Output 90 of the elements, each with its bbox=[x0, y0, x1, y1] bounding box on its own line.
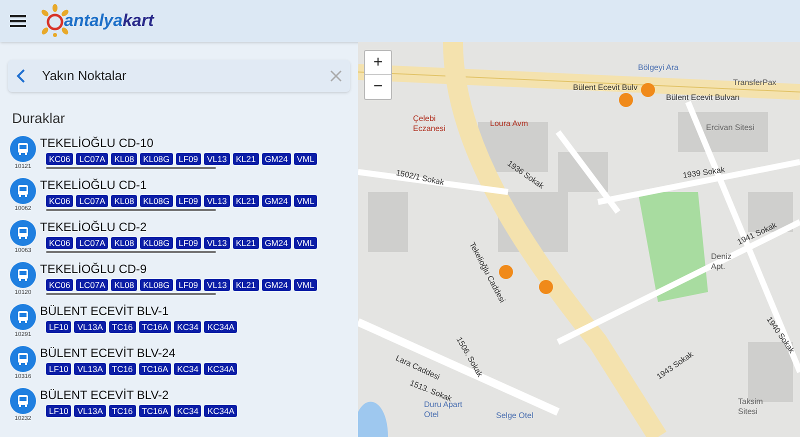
route-chip[interactable]: LF09 bbox=[176, 237, 201, 249]
route-chip[interactable]: TC16 bbox=[108, 321, 136, 333]
map-label: Loura Avm bbox=[490, 118, 528, 130]
bus-stop-icon bbox=[10, 304, 36, 330]
route-chip[interactable]: KL08 bbox=[111, 237, 138, 249]
route-chip[interactable]: TC16A bbox=[138, 363, 172, 375]
map-label: Bülent Ecevit Bulv bbox=[573, 82, 638, 94]
map-label: 1939 Sokak bbox=[682, 164, 726, 182]
search-field[interactable]: Yakın Noktalar bbox=[8, 60, 350, 92]
map-label: Taksim Sitesi bbox=[738, 397, 764, 417]
map-label: Deniz Apt. bbox=[711, 252, 732, 272]
route-chip[interactable]: KC34 bbox=[174, 363, 202, 375]
route-chip[interactable]: KL08 bbox=[111, 153, 138, 165]
route-chip[interactable]: LC07A bbox=[76, 237, 108, 249]
route-chip[interactable]: VL13 bbox=[204, 153, 230, 165]
route-chip[interactable]: VML bbox=[294, 195, 318, 207]
route-chip[interactable]: LC07A bbox=[76, 153, 108, 165]
route-chip[interactable]: LF09 bbox=[176, 279, 201, 291]
bus-stop-icon bbox=[10, 262, 36, 288]
route-chip[interactable]: LF10 bbox=[46, 363, 72, 375]
map-label: Çelebi Eczanesi bbox=[413, 114, 446, 134]
route-chip[interactable]: LC07A bbox=[76, 279, 108, 291]
menu-icon[interactable] bbox=[10, 15, 26, 27]
section-title: Duraklar bbox=[12, 109, 66, 128]
route-chip[interactable]: LF10 bbox=[46, 321, 72, 333]
route-chip[interactable]: VML bbox=[294, 237, 318, 249]
zoom-out-button[interactable]: − bbox=[365, 75, 391, 99]
route-chip[interactable]: LF09 bbox=[176, 153, 201, 165]
map-label: Ercivan Sitesi bbox=[706, 122, 754, 134]
stop-name: TEKELİOĞLU CD-10 bbox=[40, 136, 154, 151]
stop-name: TEKELİOĞLU CD-1 bbox=[40, 178, 148, 193]
route-chip[interactable]: KC34 bbox=[174, 405, 202, 417]
route-chip[interactable]: KC34A bbox=[204, 363, 238, 375]
route-chip[interactable]: KL21 bbox=[232, 153, 259, 165]
route-chip[interactable]: LF10 bbox=[46, 405, 72, 417]
route-chip[interactable]: VL13 bbox=[204, 279, 230, 291]
map-label: 1941 Sokak bbox=[735, 220, 779, 248]
route-chip[interactable]: KC06 bbox=[46, 237, 74, 249]
map-label: 1502/1 Sokak bbox=[394, 167, 446, 190]
route-chip[interactable]: KC34A bbox=[204, 321, 238, 333]
stop-name: TEKELİOĞLU CD-9 bbox=[40, 262, 148, 277]
search-value: Yakın Noktalar bbox=[42, 67, 128, 86]
bus-stop-icon bbox=[10, 346, 36, 372]
route-chip[interactable]: KL21 bbox=[232, 195, 259, 207]
route-chip[interactable]: VL13A bbox=[74, 405, 106, 417]
route-chip[interactable]: KC34 bbox=[174, 321, 202, 333]
bus-stop-icon bbox=[10, 136, 36, 162]
route-chip[interactable]: GM24 bbox=[262, 237, 291, 249]
back-icon[interactable] bbox=[16, 69, 26, 83]
route-chip[interactable]: GM24 bbox=[262, 153, 291, 165]
stop-name: TEKELİOĞLU CD-2 bbox=[40, 220, 148, 235]
route-chip[interactable]: KC06 bbox=[46, 153, 74, 165]
bus-stop-icon bbox=[10, 178, 36, 204]
route-chip[interactable]: VL13A bbox=[74, 321, 106, 333]
route-chip[interactable]: TC16A bbox=[138, 321, 172, 333]
route-chip[interactable]: KL08G bbox=[140, 279, 173, 291]
route-chip[interactable]: KC34A bbox=[204, 405, 238, 417]
route-chip[interactable]: TC16 bbox=[108, 363, 136, 375]
map-label: Bölgeyi Ara bbox=[638, 62, 678, 74]
map-label: TransferPax bbox=[733, 77, 776, 89]
route-chip[interactable]: KL08G bbox=[140, 195, 173, 207]
stop-name: BÜLENT ECEVİT BLV-24 bbox=[40, 346, 176, 361]
route-chip[interactable]: LC07A bbox=[76, 195, 108, 207]
route-chip[interactable]: LF09 bbox=[176, 195, 201, 207]
route-chip[interactable]: TC16 bbox=[108, 405, 136, 417]
route-chip[interactable]: KC06 bbox=[46, 195, 74, 207]
route-chip[interactable]: TC16A bbox=[138, 405, 172, 417]
route-chip[interactable]: GM24 bbox=[262, 279, 291, 291]
logo-text: antalyakart bbox=[64, 10, 154, 32]
zoom-in-button[interactable]: + bbox=[365, 51, 391, 75]
bus-stop-icon bbox=[10, 388, 36, 414]
route-chip[interactable]: GM24 bbox=[262, 195, 291, 207]
map-label: Duru Apart Otel bbox=[424, 400, 464, 420]
stop-name: BÜLENT ECEVİT BLV-1 bbox=[40, 304, 170, 319]
route-chip[interactable]: KC06 bbox=[46, 279, 74, 291]
bus-stop-icon bbox=[10, 220, 36, 246]
route-chip[interactable]: VML bbox=[294, 153, 318, 165]
map-label: Bülent Ecevit Bulvarı bbox=[666, 92, 740, 104]
route-chip[interactable]: KL08 bbox=[111, 279, 138, 291]
route-chip[interactable]: KL08G bbox=[140, 153, 173, 165]
stop-name: BÜLENT ECEVİT BLV-2 bbox=[40, 388, 170, 403]
route-chip[interactable]: KL08 bbox=[111, 195, 138, 207]
map-label: Selge Otel bbox=[496, 410, 534, 422]
route-chip[interactable]: VML bbox=[294, 279, 318, 291]
route-chip[interactable]: KL08G bbox=[140, 237, 173, 249]
route-chip[interactable]: KL21 bbox=[232, 237, 259, 249]
route-chip[interactable]: KL21 bbox=[232, 279, 259, 291]
route-chip[interactable]: VL13 bbox=[204, 237, 230, 249]
route-chip[interactable]: VL13A bbox=[74, 363, 106, 375]
route-chip[interactable]: VL13 bbox=[204, 195, 230, 207]
